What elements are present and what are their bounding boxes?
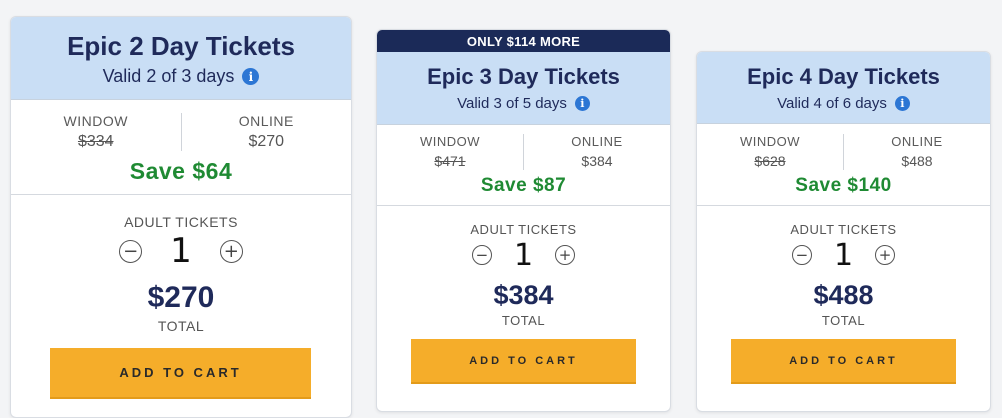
window-price: $334 (77, 133, 114, 150)
add-to-cart-button[interactable]: ADD TO CART (411, 339, 636, 384)
window-price: $628 (754, 153, 786, 169)
validity-row: Valid 3 of 5 days i (377, 95, 670, 112)
window-label: WINDOW (63, 113, 128, 129)
validity-row: Valid 4 of 6 days i (697, 95, 990, 112)
minus-circle-icon[interactable]: − (471, 245, 492, 265)
quantity-value: 1 (513, 237, 534, 273)
card-title: Epic 4 Day Tickets (747, 64, 940, 89)
upsell-banner: ONLY $114 MORE (377, 30, 670, 52)
price-comparison: WINDOW $471 ONLINE $384 (377, 134, 670, 170)
total-price: $270 (147, 281, 215, 314)
ticket-card-2-day: Epic 2 Day Tickets Valid 2 of 3 days i W… (10, 16, 352, 418)
window-price-col: WINDOW $471 (377, 134, 523, 170)
online-label: ONLINE (238, 113, 294, 129)
window-price: $471 (434, 153, 466, 169)
window-label: WINDOW (419, 134, 481, 149)
card-title: Epic 2 Day Tickets (67, 31, 295, 61)
minus-circle-icon[interactable]: − (791, 245, 812, 265)
card-header: Epic 4 Day Tickets Valid 4 of 6 days i (697, 52, 990, 124)
price-comparison: WINDOW $334 ONLINE $270 (11, 113, 351, 151)
info-icon[interactable]: i (894, 96, 910, 111)
savings-text: Save $87 (480, 175, 567, 196)
total-price: $384 (493, 280, 554, 310)
add-to-cart-button[interactable]: ADD TO CART (731, 339, 956, 384)
validity-row: Valid 2 of 3 days i (11, 66, 351, 87)
window-price-col: WINDOW $628 (697, 134, 843, 170)
online-label: ONLINE (571, 134, 623, 149)
price-comparison: WINDOW $628 ONLINE $488 (697, 134, 990, 170)
adult-tickets-label: ADULT TICKETS (790, 222, 897, 237)
validity-text: Valid 4 of 6 days (777, 95, 887, 112)
quantity-stepper: − 1 + (11, 231, 351, 271)
validity-text: Valid 3 of 5 days (457, 95, 567, 112)
online-price: $270 (248, 133, 285, 150)
quantity-value: 1 (170, 231, 192, 271)
quantity-value: 1 (833, 237, 854, 273)
card-header: Epic 3 Day Tickets Valid 3 of 5 days i (377, 52, 670, 125)
ticket-card-4-day: Epic 4 Day Tickets Valid 4 of 6 days i W… (696, 51, 991, 412)
divider (377, 205, 670, 206)
ticket-card-3-day: ONLY $114 MORE Epic 3 Day Tickets Valid … (376, 29, 671, 412)
add-to-cart-button[interactable]: ADD TO CART (50, 348, 311, 399)
total-label: TOTAL (501, 313, 546, 328)
savings-text: Save $140 (795, 175, 892, 196)
minus-circle-icon[interactable]: − (119, 239, 143, 263)
divider (697, 205, 990, 206)
info-icon[interactable]: i (574, 96, 590, 111)
divider (11, 194, 351, 195)
savings-text: Save $64 (129, 158, 233, 184)
adult-tickets-label: ADULT TICKETS (124, 214, 238, 230)
plus-circle-icon[interactable]: + (875, 245, 896, 265)
card-header: Epic 2 Day Tickets Valid 2 of 3 days i (11, 17, 351, 100)
window-label: WINDOW (739, 134, 801, 149)
quantity-stepper: − 1 + (377, 237, 670, 273)
validity-text: Valid 2 of 3 days (102, 66, 235, 86)
total-label: TOTAL (157, 318, 205, 334)
total-price: $488 (813, 280, 874, 310)
window-price-col: WINDOW $334 (11, 113, 181, 151)
adult-tickets-label: ADULT TICKETS (470, 222, 577, 237)
online-price-col: ONLINE $270 (182, 113, 352, 151)
online-label: ONLINE (891, 134, 943, 149)
total-label: TOTAL (821, 313, 866, 328)
online-price-col: ONLINE $384 (524, 134, 670, 170)
plus-circle-icon[interactable]: + (555, 245, 576, 265)
online-price: $488 (901, 153, 933, 169)
online-price-col: ONLINE $488 (844, 134, 990, 170)
info-icon[interactable]: i (242, 68, 260, 85)
online-price: $384 (581, 153, 613, 169)
quantity-stepper: − 1 + (697, 237, 990, 273)
plus-circle-icon[interactable]: + (219, 239, 243, 263)
card-title: Epic 3 Day Tickets (427, 64, 620, 89)
